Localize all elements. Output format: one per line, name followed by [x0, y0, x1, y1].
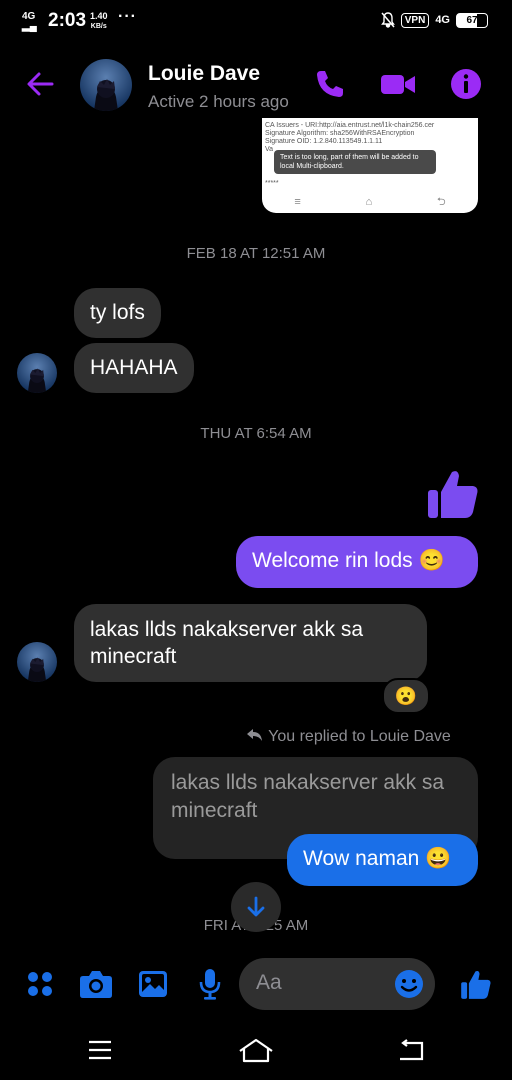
- image-line: CA Issuers - URI:http://aia.entrust.net/…: [265, 122, 435, 129]
- contact-name[interactable]: Louie Dave: [148, 62, 260, 86]
- image-icon: [139, 971, 167, 997]
- back-icon: ⮌: [436, 195, 446, 208]
- status-right-group: VPN 4G 67: [380, 12, 488, 28]
- avatar-image: [17, 353, 57, 393]
- info-button[interactable]: [448, 66, 484, 102]
- microphone-icon: [199, 969, 221, 1000]
- like-button[interactable]: [456, 964, 496, 1004]
- avatar-image: [17, 642, 57, 682]
- info-icon: [451, 69, 481, 99]
- image-line: Signature Algorithm: sha256WithRSAEncryp…: [265, 130, 415, 137]
- message-bubble[interactable]: Wow naman 😀: [287, 834, 478, 886]
- clock: 2:03: [48, 10, 87, 31]
- reaction-badge[interactable]: 😮: [382, 678, 430, 714]
- more-actions-button[interactable]: [20, 964, 60, 1004]
- image-toast: Text is too long, part of them will be a…: [274, 150, 436, 174]
- home-button[interactable]: [226, 1030, 286, 1070]
- image-navbar: ≡ ⌂ ⮌: [262, 191, 478, 213]
- sent-like[interactable]: [426, 466, 480, 520]
- grid-dots-icon: [28, 972, 52, 996]
- reply-label: You replied to Louie Dave: [268, 728, 451, 745]
- image-line: Signature OID: 1.2.840.113549.1.1.11: [265, 138, 383, 145]
- video-call-button[interactable]: [380, 66, 416, 102]
- message-bubble[interactable]: Welcome rin lods 😊: [236, 536, 478, 588]
- menu-icon: [89, 1040, 111, 1060]
- arrow-left-icon: [27, 72, 54, 96]
- reply-icon: [247, 729, 262, 741]
- battery-indicator: 67: [456, 12, 488, 28]
- avatar[interactable]: [80, 59, 132, 111]
- vpn-badge: VPN: [400, 12, 430, 28]
- back-nav-button[interactable]: [382, 1030, 442, 1070]
- arrow-down-icon: [247, 896, 265, 917]
- camera-button[interactable]: [76, 964, 116, 1004]
- home-icon: [239, 1038, 273, 1063]
- voice-call-button[interactable]: [312, 66, 348, 102]
- image-tail: *****: [265, 180, 279, 187]
- network-indicator: 4G ▂▄: [22, 11, 37, 32]
- back-button[interactable]: [24, 64, 56, 104]
- status-bar: 4G ▂▄ 2:03 1.40 KB/s ··· VPN 4G 67: [0, 0, 512, 44]
- back-icon: [400, 1039, 424, 1061]
- message-bubble[interactable]: HAHAHA: [74, 343, 194, 393]
- message-bubble[interactable]: ty lofs: [74, 288, 161, 338]
- avatar-image: [80, 59, 132, 111]
- camera-icon: [80, 971, 112, 998]
- avatar[interactable]: [17, 353, 57, 393]
- shared-image[interactable]: CA Issuers - URI:http://aia.entrust.net/…: [262, 118, 478, 213]
- contact-status: Active 2 hours ago: [148, 92, 289, 111]
- home-icon: ⌂: [365, 196, 373, 208]
- reply-indicator: You replied to Louie Dave: [246, 728, 451, 746]
- smiley-icon: [395, 970, 423, 998]
- thumbs-up-icon: [428, 471, 478, 518]
- emoji-button[interactable]: [393, 968, 425, 1000]
- timestamp: THU AT 6:54 AM: [200, 425, 312, 442]
- video-camera-icon: [381, 75, 415, 94]
- notifications-off-icon: [380, 12, 395, 28]
- more-notifications-icon: ···: [118, 8, 137, 25]
- recent-apps-button[interactable]: [70, 1030, 130, 1070]
- message-bubble[interactable]: lakas llds nakakserver akk sa minecraft: [74, 604, 427, 682]
- menu-icon: ≡: [294, 196, 301, 208]
- message-input[interactable]: Aa: [239, 958, 435, 1010]
- message-input-placeholder: Aa: [256, 971, 282, 994]
- voice-message-button[interactable]: [190, 964, 230, 1004]
- timestamp: FEB 18 AT 12:51 AM: [186, 245, 326, 262]
- avatar[interactable]: [17, 642, 57, 682]
- gallery-button[interactable]: [133, 964, 173, 1004]
- network-speed: 1.40 KB/s: [90, 11, 108, 31]
- scroll-to-bottom-button[interactable]: [231, 882, 281, 932]
- thumbs-up-icon: [461, 971, 491, 999]
- phone-icon: [317, 71, 343, 97]
- signal-4g: 4G: [435, 14, 450, 26]
